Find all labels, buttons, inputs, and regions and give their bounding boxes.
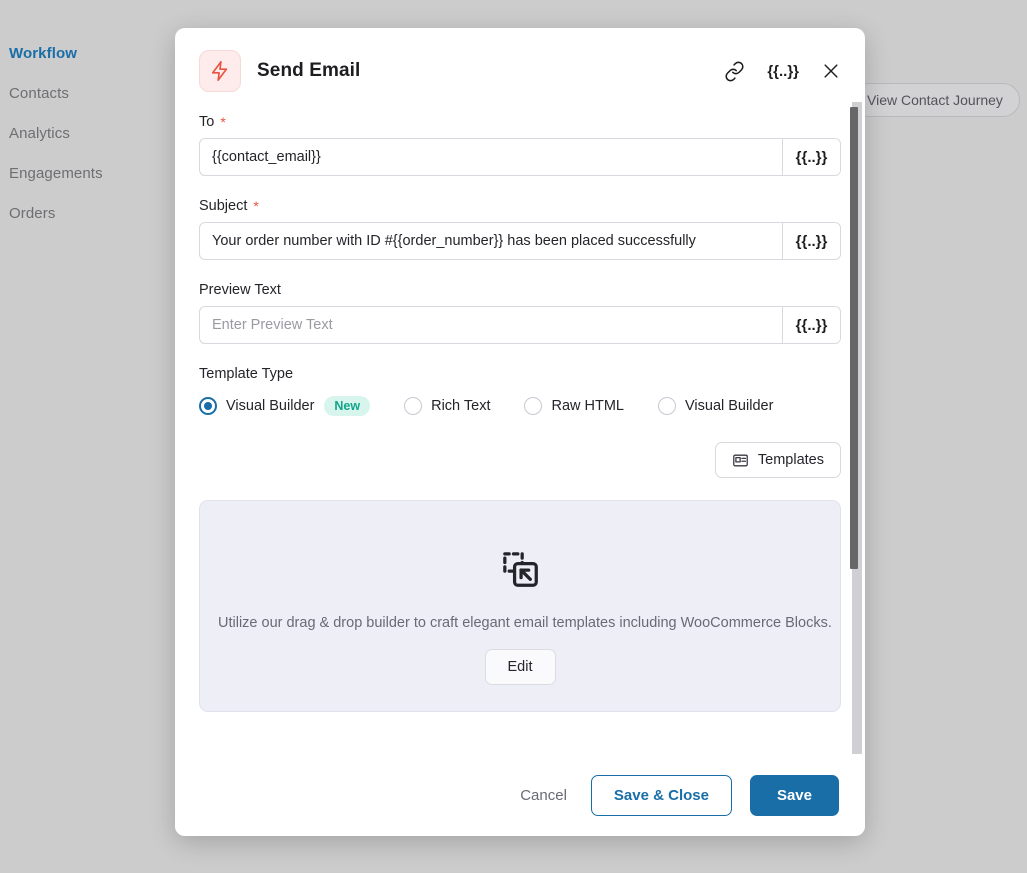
sidebar-item-orders[interactable]: Orders (0, 194, 175, 234)
sidebar-item-label: Orders (9, 205, 56, 222)
subject-field-block: Subject * {{..}} (199, 198, 841, 260)
save-button[interactable]: Save (749, 774, 839, 816)
modal-header-actions: {{..}} (724, 61, 841, 82)
templates-button-label: Templates (757, 452, 824, 468)
template-layout-icon (732, 452, 749, 469)
sidebar-item-workflow[interactable]: Workflow (0, 34, 175, 74)
to-label-text: To (199, 114, 215, 130)
visual-builder-panel: Utilize our drag & drop builder to craft… (199, 500, 841, 712)
radio-label: Rich Text (431, 398, 491, 414)
builder-description: Utilize our drag & drop builder to craft… (218, 615, 832, 631)
status-badge-new: New (324, 396, 371, 416)
radio-option-rich-text[interactable]: Rich Text (404, 397, 490, 415)
page-title: Send Email (257, 60, 361, 81)
sidebar-item-contacts[interactable]: Contacts (0, 74, 175, 114)
to-field-block: To * {{..}} (199, 114, 841, 176)
subject-label-text: Subject (199, 198, 248, 214)
to-input-wrap: {{..}} (199, 138, 841, 176)
required-asterisk: * (220, 114, 226, 130)
preview-text-input[interactable] (200, 307, 782, 343)
templates-row: Templates (199, 442, 841, 478)
subject-input-wrap: {{..}} (199, 222, 841, 260)
required-asterisk: * (253, 198, 259, 214)
merge-tag-glyph: {{..}} (795, 316, 828, 334)
template-type-radio-group: Visual Builder New Rich Text Raw HTML Vi… (199, 396, 841, 416)
radio-option-visual-builder-new[interactable]: Visual Builder New (199, 396, 371, 416)
link-icon[interactable] (724, 61, 745, 82)
sidebar-item-label: Engagements (9, 165, 103, 182)
sidebar-item-label: Workflow (9, 45, 78, 62)
merge-tag-icon[interactable]: {{..}} (767, 63, 799, 80)
sidebar-item-analytics[interactable]: Analytics (0, 114, 175, 154)
modal-body: To * {{..}} Subject * {{..}} (175, 102, 865, 754)
close-icon[interactable] (821, 61, 841, 81)
radio-label: Visual Builder (685, 398, 774, 414)
modal-footer: Cancel Save & Close Save (175, 754, 865, 836)
preview-text-field-block: Preview Text {{..}} (199, 282, 841, 344)
preview-text-label: Preview Text (199, 282, 841, 298)
templates-button[interactable]: Templates (714, 442, 841, 478)
sidebar-item-label: Contacts (9, 85, 69, 102)
subject-merge-tag-button[interactable]: {{..}} (782, 223, 840, 259)
edit-button[interactable]: Edit (484, 649, 556, 685)
radio-label: Raw HTML (551, 398, 624, 414)
save-and-close-button[interactable]: Save & Close (590, 774, 732, 816)
send-email-modal: Send Email {{..}} To * {{contact_email}}… (175, 28, 865, 836)
merge-tag-glyph: {{..}} (795, 148, 828, 166)
modal-header: Send Email {{..}} (175, 28, 865, 102)
sidebar-item-label: Analytics (9, 125, 70, 142)
radio-icon-selected[interactable] (199, 397, 217, 415)
sidebar: Workflow Contacts Analytics Engagements … (0, 0, 175, 873)
preview-text-label-text: Preview Text (199, 282, 281, 298)
template-type-block: Template Type Visual Builder New Rich Te… (199, 366, 841, 416)
to-merge-tag-button[interactable]: {{..}} (782, 139, 840, 175)
modal-scrollbar-track[interactable] (850, 102, 862, 754)
lightning-bolt-icon (199, 50, 241, 92)
radio-icon[interactable] (404, 397, 423, 415)
radio-option-raw-html[interactable]: Raw HTML (524, 397, 624, 415)
drag-drop-icon (218, 543, 822, 595)
view-contact-journey-button[interactable]: View Contact Journey (852, 83, 1020, 117)
preview-text-input-wrap: {{..}} (199, 306, 841, 344)
merge-tag-glyph: {{..}} (795, 232, 828, 250)
radio-icon[interactable] (524, 397, 543, 415)
radio-label: Visual Builder (226, 398, 315, 414)
radio-icon[interactable] (658, 397, 676, 415)
template-type-label: Template Type (199, 366, 294, 382)
cancel-button[interactable]: Cancel (514, 779, 573, 812)
preview-text-merge-tag-button[interactable]: {{..}} (782, 307, 840, 343)
to-input[interactable] (200, 139, 782, 175)
subject-input[interactable] (200, 223, 782, 259)
subject-label: Subject * (199, 198, 841, 214)
modal-scrollbar-thumb[interactable] (850, 107, 858, 569)
sidebar-item-engagements[interactable]: Engagements (0, 154, 175, 194)
to-label: To * (199, 114, 841, 130)
radio-option-visual-builder[interactable]: Visual Builder (658, 397, 773, 415)
